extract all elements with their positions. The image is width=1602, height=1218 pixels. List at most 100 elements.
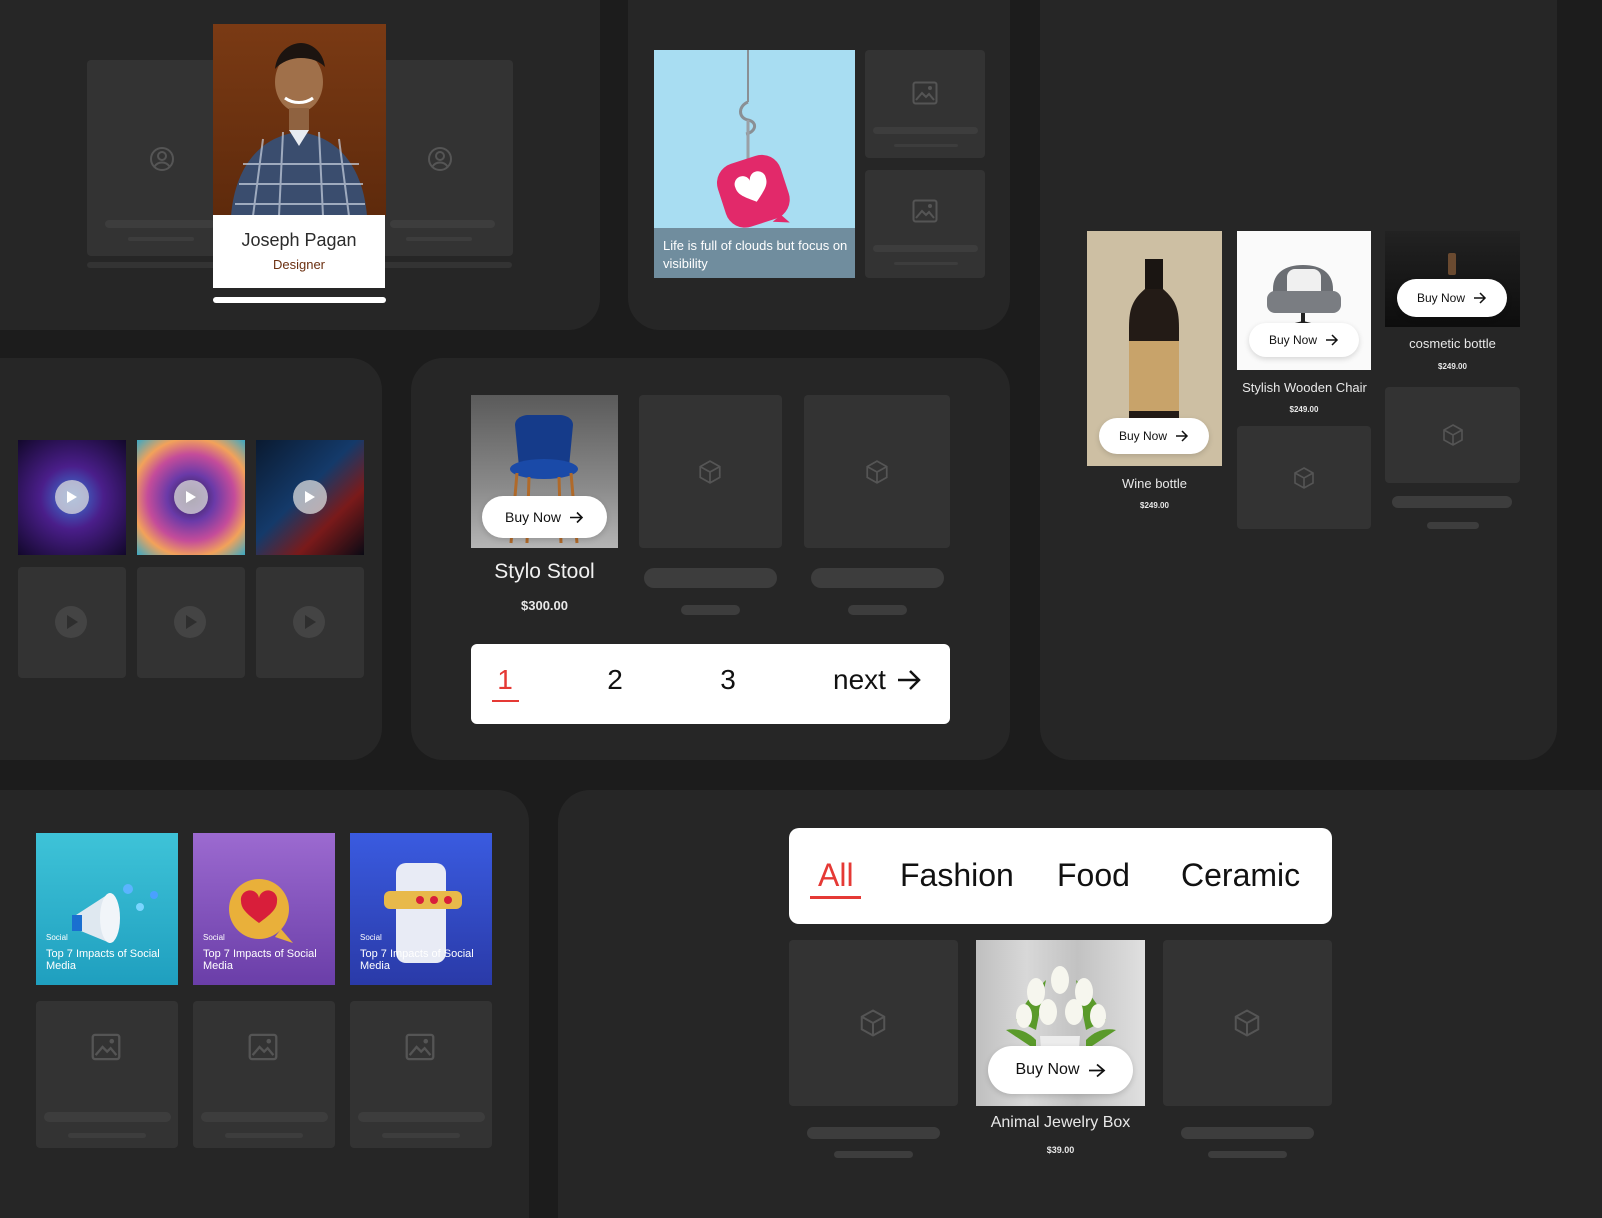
wine-name: Wine bottle xyxy=(1121,476,1188,491)
jewelry-box-image[interactable]: Buy Now xyxy=(976,940,1145,1106)
play-button[interactable] xyxy=(293,480,327,514)
wine-buy-button[interactable]: Buy Now xyxy=(1099,418,1209,454)
blog-placeholder xyxy=(36,1001,178,1148)
next-label: next xyxy=(833,664,886,695)
page-1-link[interactable]: 1 xyxy=(493,664,517,696)
placeholder-line xyxy=(1427,522,1479,529)
social-card-tag: Social xyxy=(46,933,68,942)
cosmetic-buy-button[interactable]: Buy Now xyxy=(1397,279,1507,317)
placeholder-line xyxy=(406,237,472,241)
social-card-tag: Social xyxy=(203,933,225,942)
products-staggered-panel: Buy Now Wine bottle $249.00 Buy Now Styl… xyxy=(1040,0,1557,760)
image-icon xyxy=(405,1033,435,1061)
hook-caption: Life is full of clouds but focus on visi… xyxy=(663,238,848,271)
placeholder-line xyxy=(225,1133,303,1138)
placeholder-line xyxy=(358,1112,485,1122)
social-card-title: Top 7 Impacts of Social Media xyxy=(203,948,317,972)
placeholder-line xyxy=(105,220,215,228)
cosmetic-name: cosmetic bottle xyxy=(1409,336,1496,351)
blog-placeholder xyxy=(193,1001,335,1148)
pagination-bar: 1 2 3 next xyxy=(471,644,950,724)
profile-panel: Joseph Pagan Designer xyxy=(0,0,600,330)
placeholder-line xyxy=(848,605,907,615)
tab-ceramic[interactable]: Ceramic xyxy=(1181,857,1300,894)
jewelry-name: Animal Jewelry Box xyxy=(990,1114,1131,1131)
profile-role: Designer xyxy=(272,257,326,272)
social-card-title: Top 7 Impacts of Social Media xyxy=(46,948,160,972)
jewelry-price: $39.00 xyxy=(1046,1145,1075,1155)
chair-price: $249.00 xyxy=(1289,405,1319,414)
user-icon xyxy=(150,147,174,171)
page-2-link[interactable]: 2 xyxy=(601,664,629,696)
hook-image[interactable]: Life is full of clouds but focus on visi… xyxy=(654,50,855,278)
box-icon xyxy=(1234,1009,1260,1037)
profile-card-info[interactable]: Joseph Pagan Designer xyxy=(213,215,385,288)
arrow-right-icon xyxy=(570,511,584,523)
stool-price: $300.00 xyxy=(521,598,568,613)
filter-tabs-panel: All Fashion Food Ceramic Buy Now Animal … xyxy=(558,790,1602,1218)
next-page-button[interactable]: next xyxy=(833,664,922,696)
video-thumbnail[interactable] xyxy=(18,440,126,555)
play-icon xyxy=(293,606,325,638)
placeholder-line xyxy=(1181,1127,1314,1139)
video-thumbnail[interactable] xyxy=(137,440,245,555)
filter-tab-bar: All Fashion Food Ceramic xyxy=(789,828,1332,924)
profile-photo xyxy=(213,24,386,216)
box-icon xyxy=(1443,424,1463,446)
image-icon xyxy=(248,1033,278,1061)
social-card-tag: Social xyxy=(360,933,382,942)
arrow-right-icon xyxy=(1088,1063,1105,1077)
tab-fashion[interactable]: Fashion xyxy=(900,857,1014,894)
arrow-right-icon xyxy=(1326,334,1339,346)
cosmetic-bottle-image[interactable]: Buy Now xyxy=(1385,231,1520,327)
chair-image[interactable]: Buy Now xyxy=(1237,231,1371,370)
social-card[interactable]: Social Top 7 Impacts of Social Media xyxy=(350,833,492,985)
placeholder-line xyxy=(201,1112,328,1122)
tab-all[interactable]: All xyxy=(818,857,854,894)
page-3-link[interactable]: 3 xyxy=(714,664,742,696)
image-icon xyxy=(91,1033,121,1061)
play-icon xyxy=(305,491,315,503)
box-icon xyxy=(866,460,888,484)
play-button[interactable] xyxy=(55,480,89,514)
stool-image[interactable]: Buy Now xyxy=(471,395,618,548)
video-thumbnail[interactable] xyxy=(256,440,364,555)
placeholder-line xyxy=(807,1127,940,1139)
placeholder-line xyxy=(1392,496,1512,508)
active-tab-underline xyxy=(810,896,861,899)
social-card-title: Top 7 Impacts of Social Media xyxy=(360,948,474,972)
stool-buy-button[interactable]: Buy Now xyxy=(482,496,607,538)
box-icon xyxy=(1294,467,1314,489)
blog-placeholder xyxy=(350,1001,492,1148)
placeholder-line xyxy=(382,1133,460,1138)
placeholder-line xyxy=(811,568,944,588)
play-icon xyxy=(55,606,87,638)
social-card[interactable]: Social Top 7 Impacts of Social Media xyxy=(36,833,178,985)
tab-food[interactable]: Food xyxy=(1057,857,1130,894)
placeholder-line xyxy=(834,1151,913,1158)
social-card[interactable]: Social Top 7 Impacts of Social Media xyxy=(193,833,335,985)
play-button[interactable] xyxy=(174,480,208,514)
cosmetic-price: $249.00 xyxy=(1438,362,1467,371)
video-grid-panel xyxy=(0,358,382,760)
profile-name: Joseph Pagan xyxy=(241,230,357,250)
stool-name: Stylo Stool xyxy=(494,560,595,583)
product-pagination-panel: Buy Now Stylo Stool $300.00 1 2 3 next xyxy=(411,358,1010,760)
arrow-right-icon xyxy=(1474,292,1487,304)
placeholder-line xyxy=(128,237,194,241)
carousel-indicator[interactable] xyxy=(213,297,386,303)
placeholder-line xyxy=(44,1112,171,1122)
placeholder-line xyxy=(681,605,740,615)
chair-buy-button[interactable]: Buy Now xyxy=(1249,323,1359,357)
jewelry-buy-button[interactable]: Buy Now xyxy=(988,1046,1133,1094)
play-icon xyxy=(67,491,77,503)
placeholder-line xyxy=(68,1133,146,1138)
wine-bottle-image[interactable]: Buy Now xyxy=(1087,231,1222,466)
placeholder-line xyxy=(873,245,978,252)
user-icon xyxy=(428,147,452,171)
placeholder-line xyxy=(1208,1151,1287,1158)
placeholder-line xyxy=(644,568,777,588)
play-icon xyxy=(174,606,206,638)
arrow-right-icon xyxy=(897,670,921,690)
placeholder-line xyxy=(894,262,958,265)
